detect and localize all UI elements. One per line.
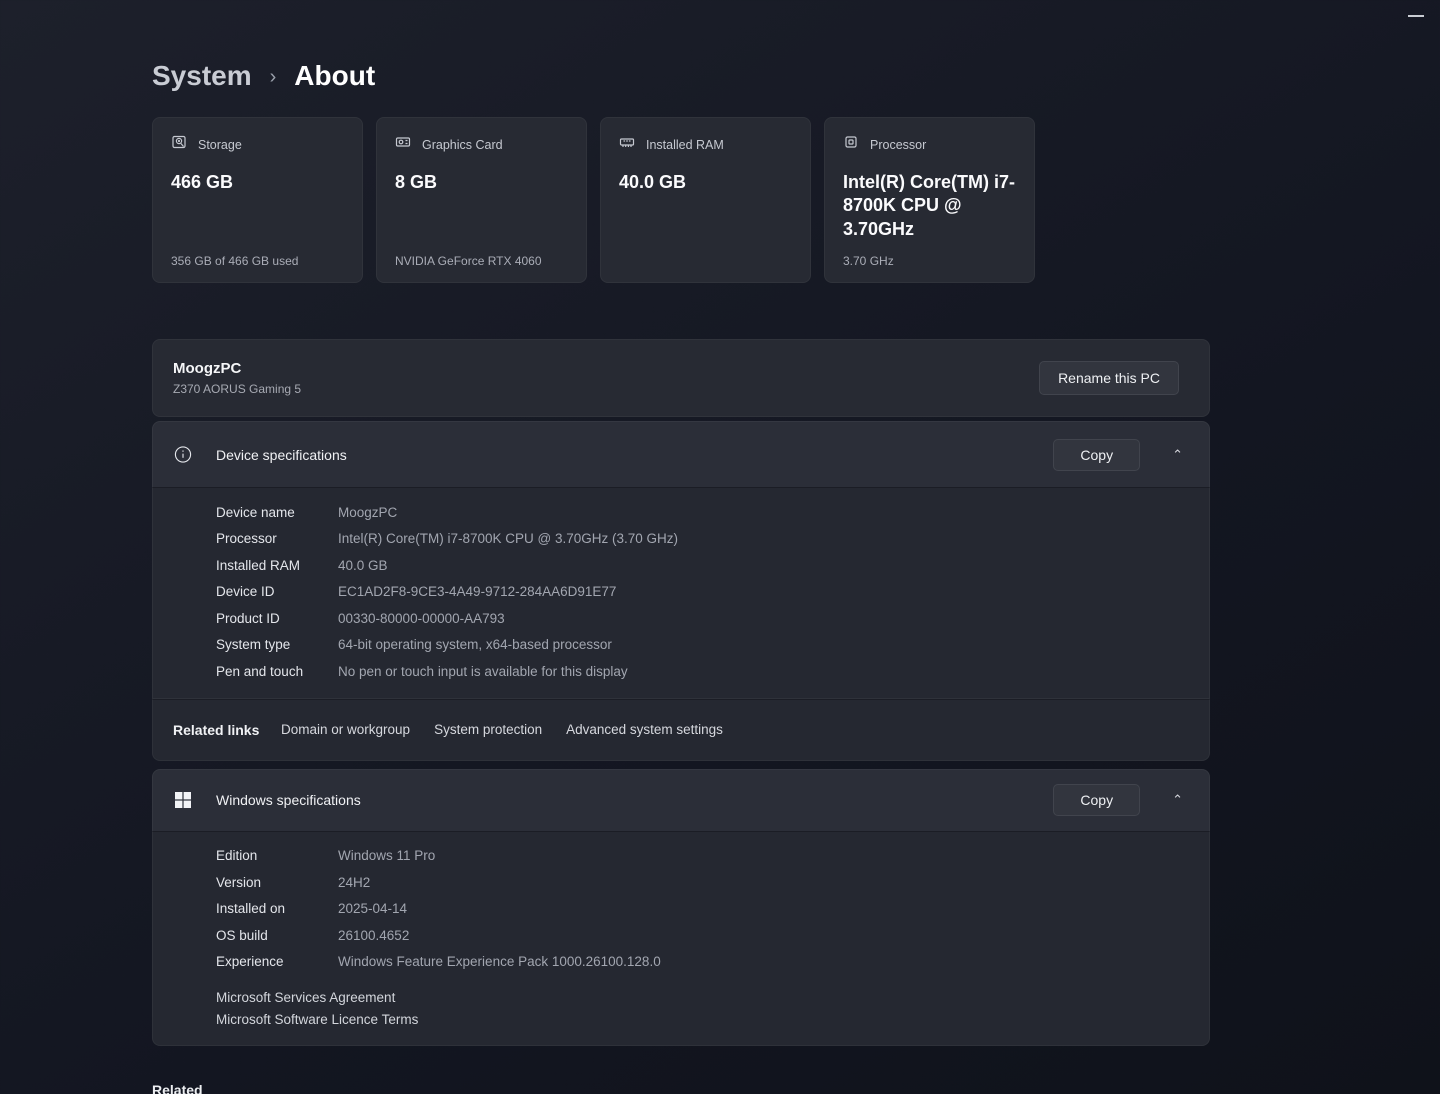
pc-name: MoogzPC (173, 360, 301, 377)
windows-specifications-body: Edition Windows 11 Pro Version 24H2 Inst… (152, 831, 1210, 1047)
system-protection-link[interactable]: System protection (434, 722, 542, 737)
card-label: Installed RAM (646, 138, 724, 152)
ram-icon (619, 134, 635, 155)
spec-row-label: Version (216, 875, 338, 890)
spec-row: Processor Intel(R) Core(TM) i7-8700K CPU… (153, 526, 1209, 553)
spec-row: Edition Windows 11 Pro (153, 843, 1209, 870)
breadcrumb-system[interactable]: System (152, 60, 252, 92)
spec-row-value: MoogzPC (338, 505, 397, 520)
related-links-band: Related links Domain or workgroup System… (152, 699, 1210, 761)
spec-row: Device ID EC1AD2F8-9CE3-4A49-9712-284AA6… (153, 579, 1209, 606)
card-footer: 356 GB of 466 GB used (171, 254, 298, 268)
spec-row: Installed RAM 40.0 GB (153, 552, 1209, 579)
card-value: 8 GB (395, 171, 568, 194)
spec-row-label: Device ID (216, 584, 338, 599)
spec-row-value: 2025-04-14 (338, 901, 407, 916)
spec-row-value: 24H2 (338, 875, 370, 890)
spec-row-label: Edition (216, 848, 338, 863)
card-value: 466 GB (171, 171, 344, 194)
pc-model: Z370 AORUS Gaming 5 (173, 382, 301, 396)
domain-or-workgroup-link[interactable]: Domain or workgroup (281, 722, 410, 737)
windows-specifications-section: Windows specifications Copy ⌃ Edition Wi… (152, 769, 1210, 1047)
copy-windows-specs-button[interactable]: Copy (1053, 784, 1140, 816)
windows-specifications-header[interactable]: Windows specifications Copy ⌃ (152, 769, 1210, 831)
spec-row: Device name MoogzPC (153, 499, 1209, 526)
storage-icon (171, 134, 187, 155)
device-specifications-body: Device name MoogzPC Processor Intel(R) C… (152, 487, 1210, 699)
spec-row-label: Processor (216, 531, 338, 546)
card-value: Intel(R) Core(TM) i7-8700K CPU @ 3.70GHz (843, 171, 1016, 241)
spec-row-value: 00330-80000-00000-AA793 (338, 611, 505, 626)
related-links-label: Related links (173, 722, 281, 738)
spec-row: Product ID 00330-80000-00000-AA793 (153, 605, 1209, 632)
installed-ram-card: Installed RAM 40.0 GB (600, 117, 811, 283)
card-footer: NVIDIA GeForce RTX 4060 (395, 254, 542, 268)
card-label: Processor (870, 138, 926, 152)
info-icon (174, 445, 192, 464)
processor-card: Processor Intel(R) Core(TM) i7-8700K CPU… (824, 117, 1035, 283)
microsoft-services-agreement-link[interactable]: Microsoft Services Agreement (216, 987, 395, 1009)
copy-device-specs-button[interactable]: Copy (1053, 439, 1140, 471)
card-label: Storage (198, 138, 242, 152)
rename-pc-button[interactable]: Rename this PC (1039, 361, 1179, 395)
spec-row-label: Device name (216, 505, 338, 520)
spec-row-label: Installed RAM (216, 558, 338, 573)
advanced-system-settings-link[interactable]: Advanced system settings (566, 722, 723, 737)
spec-row-value: No pen or touch input is available for t… (338, 664, 628, 679)
spec-row-label: System type (216, 637, 338, 652)
spec-row: Pen and touch No pen or touch input is a… (153, 658, 1209, 685)
spec-row-label: Experience (216, 954, 338, 969)
card-value: 40.0 GB (619, 171, 792, 194)
pc-identity: MoogzPC Z370 AORUS Gaming 5 (173, 360, 301, 396)
graphics-card-card: Graphics Card 8 GB NVIDIA GeForce RTX 40… (376, 117, 587, 283)
storage-card: Storage 466 GB 356 GB of 466 GB used (152, 117, 363, 283)
spec-row-label: Product ID (216, 611, 338, 626)
chevron-up-icon[interactable]: ⌃ (1166, 788, 1189, 812)
spec-row-value: 40.0 GB (338, 558, 388, 573)
pc-name-panel: MoogzPC Z370 AORUS Gaming 5 Rename this … (152, 339, 1210, 417)
spec-row-value: Windows 11 Pro (338, 848, 435, 863)
spec-row-value: 26100.4652 (338, 928, 409, 943)
graphics-card-icon (395, 134, 411, 155)
section-title: Windows specifications (216, 792, 1053, 808)
spec-row: Experience Windows Feature Experience Pa… (153, 949, 1209, 976)
card-label: Graphics Card (422, 138, 503, 152)
spec-row-value: 64-bit operating system, x64-based proce… (338, 637, 612, 652)
summary-cards: Storage 466 GB 356 GB of 466 GB used Gra… (152, 117, 1210, 283)
license-links: Microsoft Services Agreement Microsoft S… (153, 975, 1209, 1032)
spec-row: OS build 26100.4652 (153, 922, 1209, 949)
page-title: About (294, 60, 375, 92)
spec-row: System type 64-bit operating system, x64… (153, 632, 1209, 659)
related-section-heading: Related (152, 1082, 1210, 1094)
settings-about-page: System › About Storage 466 GB 356 GB of … (152, 0, 1210, 1094)
spec-row-label: Installed on (216, 901, 338, 916)
microsoft-software-licence-terms-link[interactable]: Microsoft Software Licence Terms (216, 1009, 418, 1031)
spec-row-value: Windows Feature Experience Pack 1000.261… (338, 954, 661, 969)
spec-row-value: EC1AD2F8-9CE3-4A49-9712-284AA6D91E77 (338, 584, 616, 599)
windows-logo-icon (174, 791, 192, 809)
spec-row-label: OS build (216, 928, 338, 943)
card-footer: 3.70 GHz (843, 254, 894, 268)
chevron-up-icon[interactable]: ⌃ (1166, 443, 1189, 467)
section-title: Device specifications (216, 447, 1053, 463)
device-specifications-header[interactable]: Device specifications Copy ⌃ (152, 421, 1210, 487)
minimize-icon[interactable] (1408, 15, 1424, 17)
spec-row: Version 24H2 (153, 869, 1209, 896)
chevron-right-icon: › (270, 66, 277, 89)
device-specifications-section: Device specifications Copy ⌃ Device name… (152, 421, 1210, 761)
processor-icon (843, 134, 859, 155)
spec-row-value: Intel(R) Core(TM) i7-8700K CPU @ 3.70GHz… (338, 531, 678, 546)
spec-row: Installed on 2025-04-14 (153, 896, 1209, 923)
spec-row-label: Pen and touch (216, 664, 338, 679)
breadcrumb: System › About (152, 60, 1210, 92)
